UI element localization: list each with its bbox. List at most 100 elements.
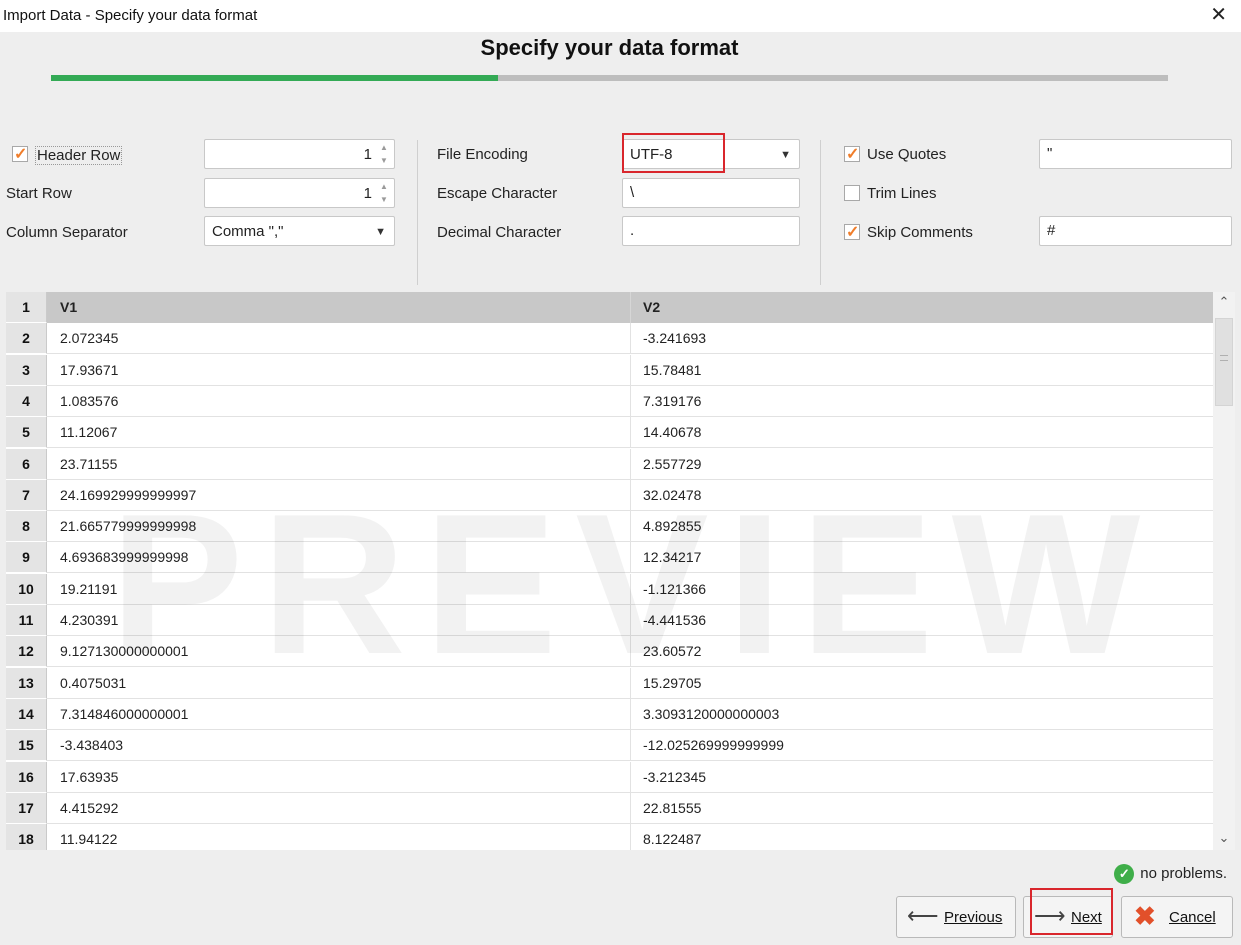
header-row-label: Header Row (35, 146, 123, 165)
cell-v1: 11.94122 (60, 831, 118, 848)
row-number: 4 (6, 385, 47, 417)
vertical-scrollbar[interactable]: ⌃ ⌄ (1213, 292, 1235, 850)
header-row-spinner[interactable]: 1 ▲ ▼ (204, 139, 395, 169)
column-divider (630, 730, 631, 762)
table-row[interactable]: 7 24.169929999999997 32.02478 (6, 479, 1213, 511)
cell-v1: 23.71155 (60, 455, 118, 472)
grip-icon (1220, 355, 1228, 361)
cancel-button[interactable]: ✖ Cancel (1121, 896, 1233, 938)
column-divider (630, 792, 631, 824)
column-divider (630, 385, 631, 417)
cell-v1: 4.415292 (60, 799, 119, 816)
table-header-row[interactable]: 1 V1 V2 (6, 292, 1213, 323)
previous-label: Previous (944, 909, 1003, 926)
row-number: 8 (6, 511, 47, 543)
spin-up-icon[interactable]: ▲ (377, 181, 391, 193)
use-quotes-checkbox[interactable] (844, 144, 860, 164)
status-text: no problems. (1140, 864, 1227, 882)
table-row[interactable]: 6 23.71155 2.557729 (6, 448, 1213, 480)
skip-comments-label: Skip Comments (867, 224, 973, 241)
table-row[interactable]: 16 17.63935 -3.212345 (6, 761, 1213, 793)
row-number: 15 (6, 730, 47, 762)
table-row[interactable]: 11 4.230391 -4.441536 (6, 605, 1213, 636)
close-icon[interactable]: ✕ (1210, 4, 1227, 26)
column-separator-value: Comma "," (212, 223, 284, 240)
cell-v2: 2.557729 (643, 455, 702, 472)
column-divider (630, 605, 631, 636)
column-divider (630, 542, 631, 574)
chevron-down-icon[interactable]: ⌄ (1213, 830, 1235, 848)
cell-v1: 2.072345 (60, 330, 119, 347)
column-divider (630, 698, 631, 730)
cell-v1: 4.230391 (60, 612, 119, 628)
window-title: Import Data - Specify your data format (3, 7, 258, 24)
cell-v1: 4.693683999999998 (60, 549, 189, 566)
cell-v1: 1.083576 (60, 392, 119, 409)
spin-down-icon[interactable]: ▼ (377, 155, 391, 167)
cell-v1: 11.12067 (60, 424, 118, 441)
escape-character-field[interactable]: \ (622, 178, 800, 208)
progress-fill (51, 75, 498, 81)
previous-button[interactable]: ⟵ Previous (896, 896, 1016, 938)
row-number: 9 (6, 542, 47, 574)
preview-table[interactable]: 1 V1 V2 2 2.072345 -3.241693 3 17.93671 15.78481… (6, 292, 1213, 850)
table-row[interactable]: 8 21.665779999999998 4.892855 (6, 511, 1213, 543)
table-row[interactable]: 17 4.415292 22.81555 (6, 792, 1213, 824)
cell-v1: 0.4075031 (60, 674, 127, 691)
table-row[interactable]: 4 1.083576 7.319176 (6, 385, 1213, 417)
cell-v2: -4.441536 (643, 612, 707, 628)
skip-comments-checkbox[interactable] (844, 222, 860, 242)
table-row[interactable]: 3 17.93671 15.78481 (6, 354, 1213, 386)
wizard-progress-bar (51, 75, 1168, 81)
x-icon: ✖ (1134, 901, 1156, 931)
cell-v2: -1.121366 (643, 580, 707, 597)
cell-v1: -3.438403 (60, 737, 124, 754)
cell-v2: 12.34217 (643, 549, 702, 566)
table-row[interactable]: 12 9.127130000000001 23.60572 (6, 636, 1213, 668)
cell-v2: 3.3093120000000003 (643, 705, 780, 722)
row-number: 3 (6, 354, 47, 386)
table-row[interactable]: 14 7.314846000000001 3.3093120000000003 (6, 698, 1213, 730)
column-divider (630, 479, 631, 511)
cell-v1: 17.93671 (60, 361, 119, 378)
comment-character-field[interactable]: # (1039, 216, 1232, 246)
trim-lines-label: Trim Lines (867, 185, 937, 202)
spin-up-icon[interactable]: ▲ (377, 142, 391, 154)
cell-v2: 32.02478 (643, 486, 702, 503)
cell-v2: 4.892855 (643, 518, 702, 535)
table-row[interactable]: 13 0.4075031 15.29705 (6, 667, 1213, 699)
highlight-box (622, 133, 725, 173)
table-row[interactable]: 18 11.94122 8.122487 (6, 824, 1213, 850)
chevron-up-icon[interactable]: ⌃ (1213, 294, 1235, 312)
spin-down-icon[interactable]: ▼ (377, 194, 391, 206)
header-row-checkbox[interactable] (12, 144, 28, 164)
page-title: Specify your data format (480, 35, 739, 60)
chevron-down-icon: ▼ (375, 226, 386, 238)
highlight-box (1030, 888, 1113, 935)
cell-v2: 8.122487 (643, 831, 702, 848)
table-row[interactable]: 2 2.072345 -3.241693 (6, 323, 1213, 355)
column-divider (630, 323, 631, 355)
scrollbar-thumb[interactable] (1215, 318, 1233, 406)
column-separator-select[interactable]: Comma "," ▼ (204, 216, 395, 246)
check-circle-icon: ✓ (1114, 864, 1135, 884)
trim-lines-checkbox[interactable] (844, 185, 860, 201)
quote-character-field[interactable]: " (1039, 139, 1232, 169)
column-divider (630, 761, 631, 793)
table-row[interactable]: 9 4.693683999999998 12.34217 (6, 542, 1213, 574)
use-quotes-label: Use Quotes (867, 146, 947, 163)
start-row-value: 1 (363, 185, 372, 202)
cell-v2: -3.241693 (643, 330, 707, 347)
table-row[interactable]: 5 11.12067 14.40678 (6, 417, 1213, 449)
cell-v1: 17.63935 (60, 768, 119, 785)
row-number: 11 (6, 605, 47, 636)
table-row[interactable]: 10 19.21191 -1.121366 (6, 573, 1213, 605)
table-row[interactable]: 15 -3.438403 -12.025269999999999 (6, 730, 1213, 762)
column-divider (630, 636, 631, 668)
start-row-spinner[interactable]: 1 ▲ ▼ (204, 178, 395, 208)
row-number: 7 (6, 479, 47, 511)
column-divider (630, 354, 631, 386)
decimal-character-field[interactable]: . (622, 216, 800, 246)
column-separator-label: Column Separator (6, 224, 128, 241)
cell-v2: 15.29705 (643, 674, 702, 691)
